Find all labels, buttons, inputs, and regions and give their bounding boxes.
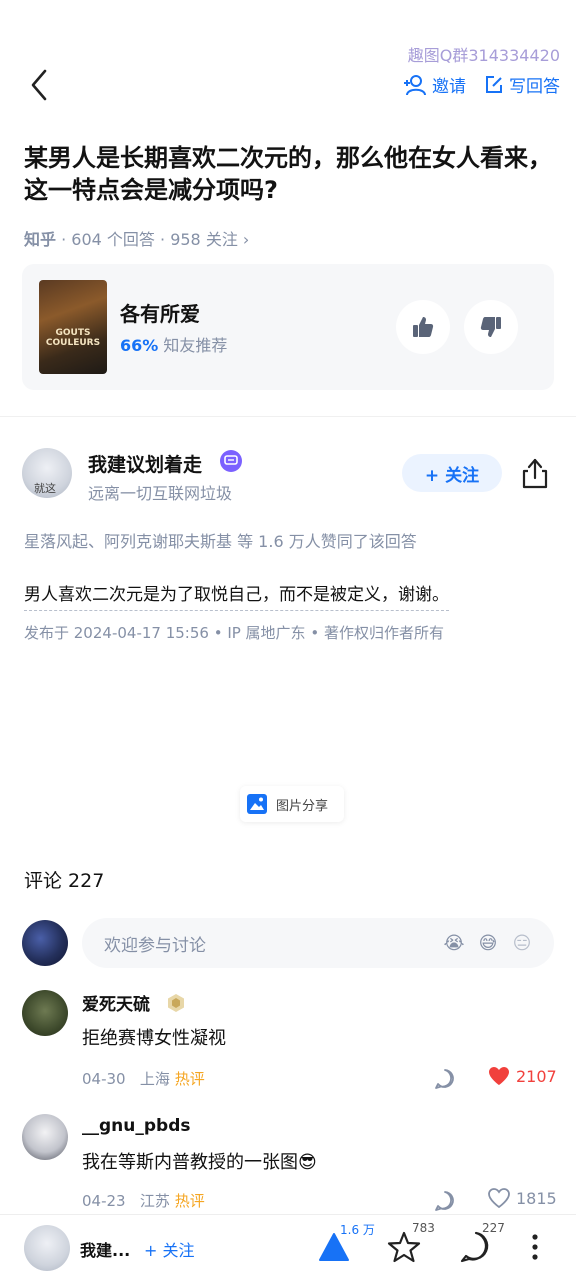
write-answer-label: 写回答 [509, 77, 560, 97]
write-answer-button[interactable]: 写回答 [484, 72, 560, 97]
source-label: 知乎 [24, 230, 57, 249]
thumbs-up-button[interactable] [396, 300, 450, 354]
hot-tag: 热评 [174, 1192, 205, 1210]
invite-button[interactable]: 邀请 [403, 72, 466, 97]
divider [0, 416, 576, 417]
recommend-percent: 66% [120, 336, 159, 355]
poster-title: GOUTS COULEURS [45, 328, 101, 348]
comment-location: 江苏 [139, 1192, 170, 1210]
crying-emoji-icon[interactable]: 😭 [440, 929, 468, 957]
answer-count: 604 个回答 [71, 230, 155, 249]
comment-date: 04-23 [82, 1192, 126, 1210]
movie-poster: GOUTS COULEURS [39, 280, 107, 374]
upvote-count: 1.6 万 [340, 1223, 375, 1237]
hot-tag: 热评 [174, 1070, 205, 1088]
more-button[interactable] [520, 1229, 550, 1265]
comment-text: 我在等斯内普教授的一张图😎 [82, 1152, 317, 1173]
recommend-label: 知友推荐 [163, 336, 228, 355]
back-button[interactable] [26, 68, 54, 102]
bottom-bar: 我建... + 关注 1.6 万 783 227 [0, 1214, 576, 1280]
question-meta[interactable]: 知乎 · 604 个回答 · 958 关注 › [24, 226, 249, 250]
more-vertical-icon [532, 1234, 538, 1260]
favorite-count: 783 [412, 1221, 435, 1235]
share-icon [522, 458, 548, 489]
comment-text: 拒绝赛博女性凝视 [82, 1028, 226, 1049]
avatar-text: 就这 [34, 482, 56, 495]
comments-header: 评论 227 [24, 870, 105, 892]
like-count: 1815 [516, 1188, 557, 1208]
author-avatar-small[interactable] [24, 1225, 70, 1271]
creator-badge-icon [220, 450, 242, 472]
recommendation-card[interactable]: GOUTS COULEURS 各有所爱 66% 知友推荐 [22, 264, 554, 390]
follow-button-small[interactable]: + 关注 [144, 1237, 195, 1261]
follow-button[interactable]: + 关注 [402, 454, 502, 492]
author-name-short[interactable]: 我建... [80, 1237, 130, 1261]
edit-icon [486, 75, 502, 93]
question-title[interactable]: 某男人是长期喜欢二次元的，那么他在女人看来，这一特点会是减分项吗? [24, 142, 560, 206]
invite-label: 邀请 [432, 77, 466, 97]
commenter-name[interactable]: __gnu_pbds [82, 1116, 191, 1136]
comment-location: 上海 [139, 1070, 170, 1088]
heart-filled-icon [489, 1067, 509, 1085]
thumbs-down-button[interactable] [464, 300, 518, 354]
comment-meta: 04-30 上海 热评 [82, 1068, 205, 1089]
share-button[interactable] [520, 456, 550, 490]
expressionless-emoji-icon[interactable]: 😑 [508, 929, 536, 957]
comment-bubble-icon [435, 1069, 454, 1089]
voters-summary[interactable]: 星落风起、阿列克谢耶夫斯基 等 1.6 万人赞同了该回答 [24, 528, 417, 552]
watermark-text: 趣图Q群314334420 [407, 46, 560, 65]
add-user-icon [404, 74, 426, 95]
like-count: 2107 [516, 1066, 557, 1086]
post-meta: 发布于 2024-04-17 15:56 • IP 属地广东 • 著作权归作者所… [24, 624, 444, 642]
thumbs-up-icon [413, 317, 434, 337]
image-icon [247, 794, 267, 814]
follow-count: 958 关注 [170, 230, 238, 249]
reply-button[interactable] [434, 1068, 456, 1090]
image-share-button[interactable]: 图片分享 [240, 786, 344, 822]
recommendation-title: 各有所爱 [120, 302, 200, 326]
chevron-left-icon [31, 69, 47, 101]
chevron-right-icon: › [242, 230, 250, 249]
commenter-avatar[interactable] [22, 1114, 68, 1160]
thumbs-down-icon [480, 317, 501, 337]
recommendation-subtitle: 66% 知友推荐 [120, 332, 227, 356]
comment-placeholder: 欢迎参与讨论 [104, 935, 206, 956]
commenter-name[interactable]: 爱死天硫 [82, 990, 150, 1015]
my-avatar [22, 920, 68, 966]
author-avatar[interactable]: 就这 [22, 448, 72, 498]
level-badge-icon [168, 994, 184, 1012]
comment-bubble-icon [435, 1191, 454, 1211]
sweat-smile-emoji-icon[interactable]: 😅 [474, 929, 502, 957]
author-bio: 远离一切互联网垃圾 [88, 484, 233, 503]
answer-text: 男人喜欢二次元是为了取悦自己，而不是被定义，谢谢。 [24, 580, 449, 611]
comment-input[interactable]: 欢迎参与讨论 😭 😅 😑 [82, 918, 554, 968]
comment-date: 04-30 [82, 1070, 126, 1088]
like-button[interactable]: 1815 [488, 1188, 557, 1208]
author-name[interactable]: 我建议划着走 [88, 450, 202, 477]
commenter-avatar[interactable] [22, 990, 68, 1036]
comment-meta: 04-23 江苏 热评 [82, 1190, 205, 1211]
heart-outline-icon [488, 1188, 510, 1208]
comment-count: 227 [482, 1221, 505, 1235]
reply-button[interactable] [434, 1190, 456, 1212]
top-bar: 邀请 写回答 [0, 66, 576, 106]
image-share-label: 图片分享 [276, 798, 329, 814]
like-button[interactable]: 2107 [488, 1066, 557, 1086]
